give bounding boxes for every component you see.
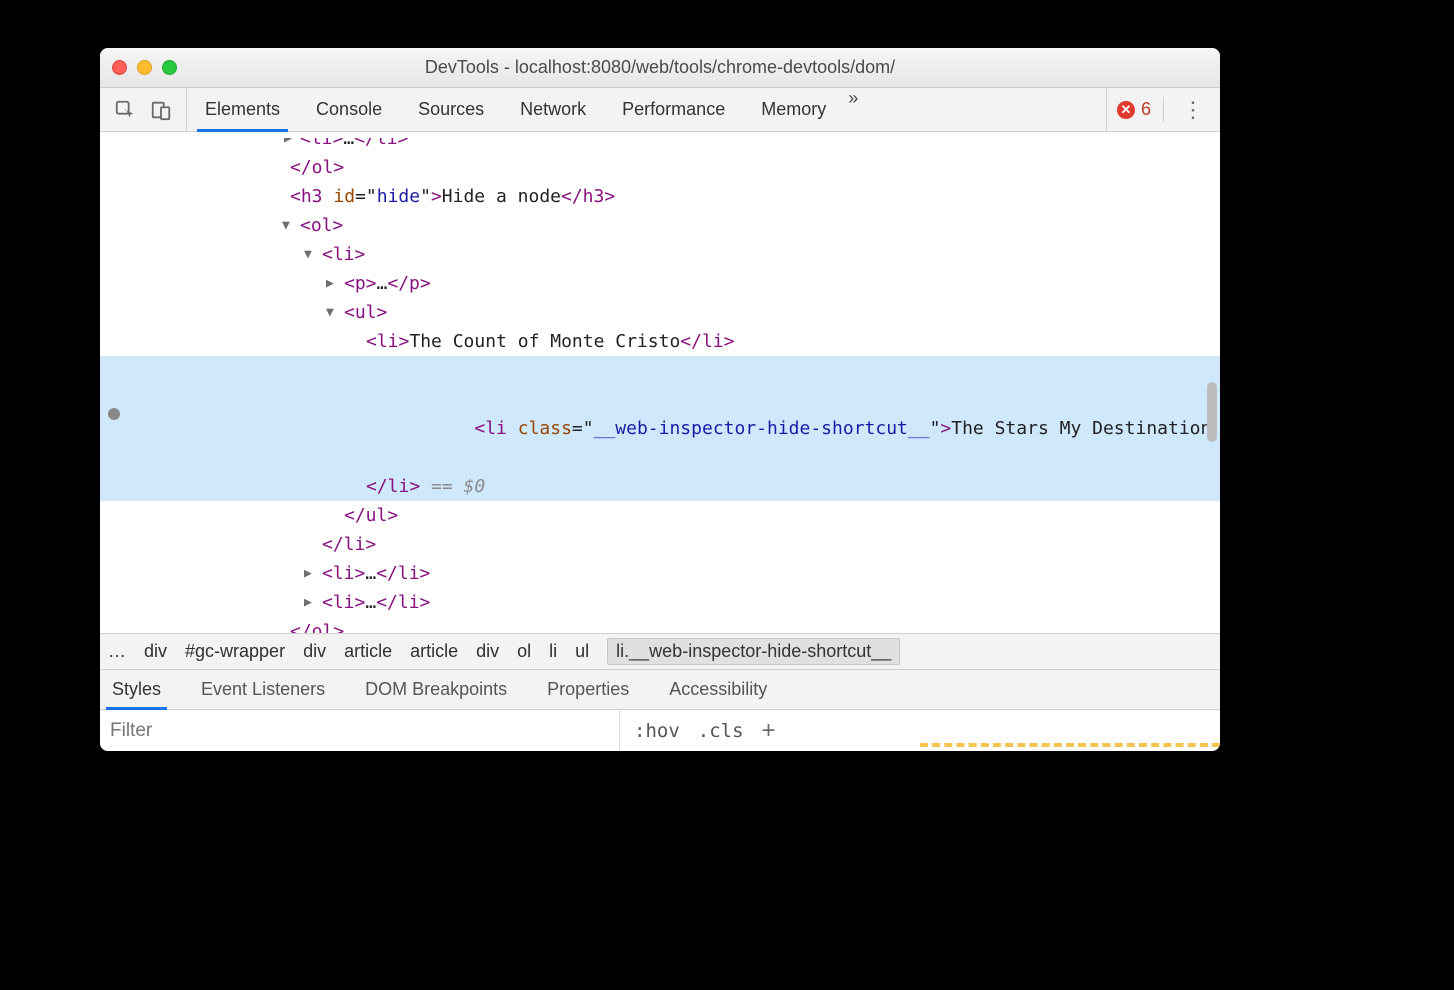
styles-filter-input[interactable] bbox=[100, 720, 619, 742]
subtab-accessibility[interactable]: Accessibility bbox=[663, 670, 773, 709]
dom-node[interactable]: ▶<li>…</li> bbox=[100, 588, 1220, 617]
breadcrumb-item[interactable]: li bbox=[549, 641, 557, 662]
breadcrumb-item[interactable]: ul bbox=[575, 641, 589, 662]
breadcrumb-item[interactable]: article bbox=[410, 641, 458, 662]
breadcrumb-item[interactable]: ol bbox=[517, 641, 531, 662]
scrollbar-thumb[interactable] bbox=[1207, 382, 1217, 442]
hidden-node-indicator-icon bbox=[108, 408, 120, 420]
styles-pane-tabs: Styles Event Listeners DOM Breakpoints P… bbox=[100, 669, 1220, 709]
dom-node[interactable]: <h3 id="hide">Hide a node</h3> bbox=[100, 182, 1220, 211]
breadcrumb-item[interactable]: div bbox=[303, 641, 326, 662]
expand-arrow-icon[interactable]: ▶ bbox=[326, 269, 334, 298]
breadcrumb-item[interactable]: div bbox=[144, 641, 167, 662]
main-toolbar: Elements Console Sources Network Perform… bbox=[100, 88, 1220, 132]
dom-node[interactable]: </ul> bbox=[100, 501, 1220, 530]
toggle-hov-button[interactable]: :hov bbox=[634, 720, 680, 742]
error-icon: ✕ bbox=[1117, 101, 1135, 119]
dom-node-selected[interactable]: <li class="__web-inspector-hide-shortcut… bbox=[100, 356, 1220, 472]
dom-node[interactable]: ▶<li>…</li> bbox=[100, 559, 1220, 588]
inspect-element-icon[interactable] bbox=[114, 99, 136, 121]
new-style-rule-button[interactable]: + bbox=[762, 717, 776, 745]
dom-node[interactable]: ▼<ul> bbox=[100, 298, 1220, 327]
device-toolbar-icon[interactable] bbox=[150, 99, 172, 121]
box-model-margin-edge bbox=[920, 743, 1220, 751]
tab-console[interactable]: Console bbox=[298, 88, 400, 131]
tab-memory[interactable]: Memory bbox=[743, 88, 844, 131]
toggle-cls-button[interactable]: .cls bbox=[698, 720, 744, 742]
collapse-arrow-icon[interactable]: ▼ bbox=[282, 211, 290, 240]
elements-tree[interactable]: ▶<li>…</li> </ol> <h3 id="hide">Hide a n… bbox=[100, 132, 1220, 633]
breadcrumb-item[interactable]: div bbox=[476, 641, 499, 662]
dom-node[interactable]: <li>The Count of Monte Cristo</li> bbox=[100, 327, 1220, 356]
collapse-arrow-icon[interactable]: ▼ bbox=[304, 240, 312, 269]
dom-node[interactable]: </ol> bbox=[100, 153, 1220, 182]
devtools-window: DevTools - localhost:8080/web/tools/chro… bbox=[100, 48, 1220, 751]
expand-arrow-icon[interactable]: ▶ bbox=[284, 138, 292, 153]
breadcrumb-item[interactable]: article bbox=[344, 641, 392, 662]
traffic-lights bbox=[112, 60, 177, 75]
window-title: DevTools - localhost:8080/web/tools/chro… bbox=[100, 57, 1220, 78]
dom-node-selected[interactable]: </li> == $0 bbox=[100, 472, 1220, 501]
dom-node[interactable]: ▼<li> bbox=[100, 240, 1220, 269]
expand-arrow-icon[interactable]: ▶ bbox=[304, 588, 312, 617]
breadcrumb-item[interactable]: … bbox=[108, 641, 126, 662]
tab-network[interactable]: Network bbox=[502, 88, 604, 131]
dom-node[interactable]: </ol> bbox=[100, 617, 1220, 633]
error-count-value: 6 bbox=[1141, 99, 1151, 120]
expand-arrow-icon[interactable]: ▶ bbox=[304, 559, 312, 588]
styles-toolbar: :hov .cls + bbox=[100, 709, 1220, 751]
subtab-dom-breakpoints[interactable]: DOM Breakpoints bbox=[359, 670, 513, 709]
zoom-window-button[interactable] bbox=[162, 60, 177, 75]
subtab-styles[interactable]: Styles bbox=[106, 670, 167, 709]
collapse-arrow-icon[interactable]: ▼ bbox=[326, 298, 334, 327]
tabs-overflow-icon[interactable]: » bbox=[844, 88, 862, 131]
error-count[interactable]: ✕ 6 bbox=[1117, 99, 1151, 120]
dom-node[interactable]: ▼<ol> bbox=[100, 211, 1220, 240]
panel-tabs: Elements Console Sources Network Perform… bbox=[187, 88, 862, 131]
close-window-button[interactable] bbox=[112, 60, 127, 75]
tab-elements[interactable]: Elements bbox=[187, 88, 298, 131]
tab-sources[interactable]: Sources bbox=[400, 88, 502, 131]
subtab-properties[interactable]: Properties bbox=[541, 670, 635, 709]
dom-node[interactable]: </li> bbox=[100, 530, 1220, 559]
settings-menu-icon[interactable]: ⋮ bbox=[1176, 97, 1210, 123]
breadcrumb-item[interactable]: #gc-wrapper bbox=[185, 641, 285, 662]
breadcrumb: … div #gc-wrapper div article article di… bbox=[100, 633, 1220, 669]
titlebar: DevTools - localhost:8080/web/tools/chro… bbox=[100, 48, 1220, 88]
dom-node[interactable]: ▶<p>…</p> bbox=[100, 269, 1220, 298]
subtab-event-listeners[interactable]: Event Listeners bbox=[195, 670, 331, 709]
breadcrumb-item-selected[interactable]: li.__web-inspector-hide-shortcut__ bbox=[607, 638, 900, 665]
minimize-window-button[interactable] bbox=[137, 60, 152, 75]
tab-performance[interactable]: Performance bbox=[604, 88, 743, 131]
